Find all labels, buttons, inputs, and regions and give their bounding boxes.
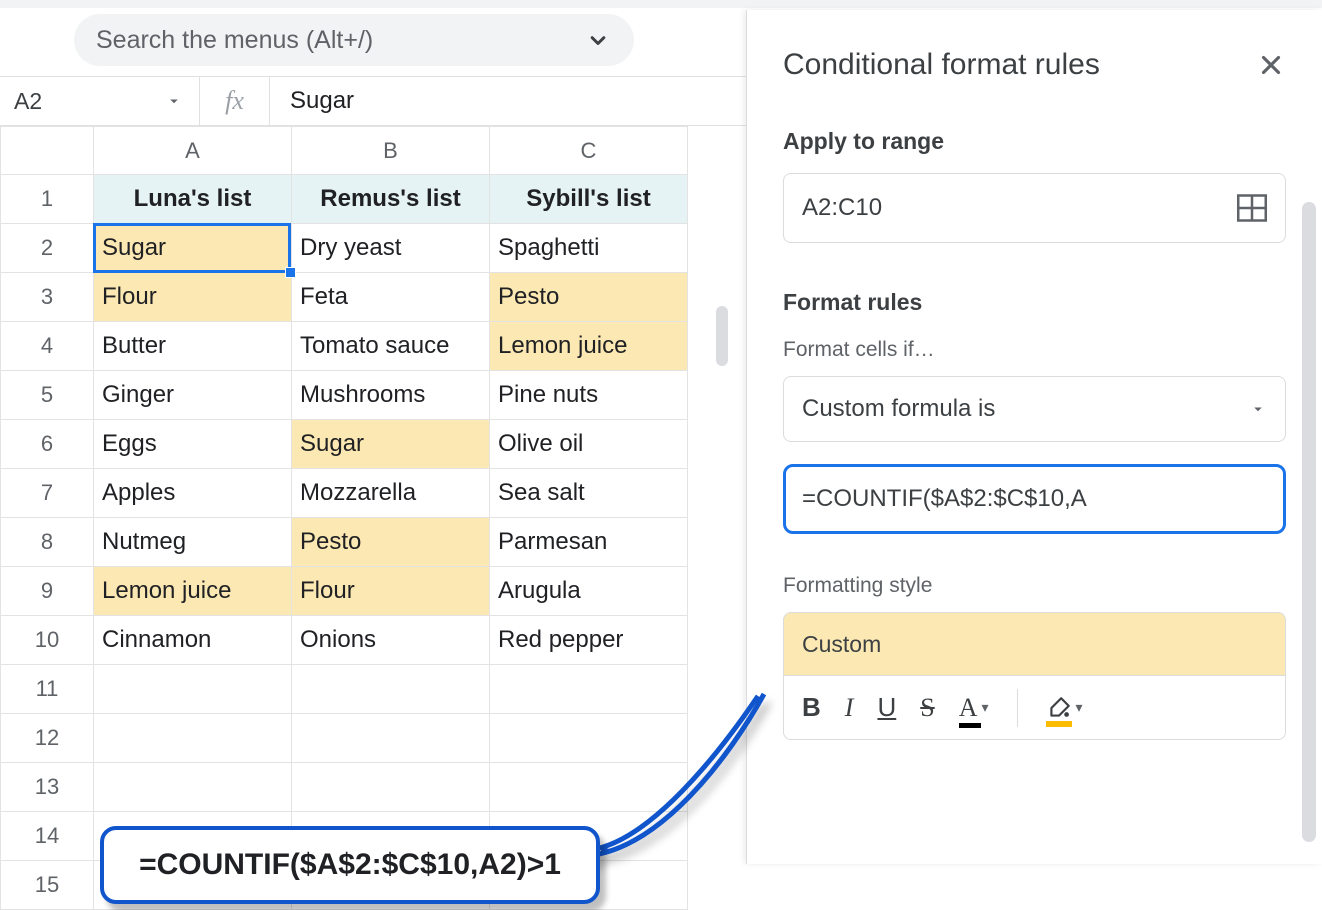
- chevron-down-icon[interactable]: [564, 26, 612, 54]
- italic-button[interactable]: I: [845, 693, 854, 723]
- row-header[interactable]: 6: [1, 420, 94, 469]
- column-header[interactable]: C: [490, 127, 688, 175]
- spreadsheet-grid[interactable]: A B C 1Luna's listRemus's listSybill's l…: [0, 126, 728, 910]
- callout-text: =COUNTIF($A$2:$C$10,A2)>1: [139, 848, 561, 881]
- select-range-icon[interactable]: [1237, 194, 1267, 222]
- cell[interactable]: [292, 763, 490, 812]
- cell[interactable]: Onions: [292, 616, 490, 665]
- panel-title: Conditional format rules: [783, 48, 1100, 82]
- formatting-toolbar: B I U S A ▾ ▾: [783, 676, 1286, 740]
- cell[interactable]: Pine nuts: [490, 371, 688, 420]
- row-header[interactable]: 3: [1, 273, 94, 322]
- cell[interactable]: [94, 763, 292, 812]
- cell[interactable]: Dry yeast: [292, 224, 490, 273]
- cell[interactable]: Sea salt: [490, 469, 688, 518]
- cell[interactable]: Sybill's list: [490, 175, 688, 224]
- chevron-down-icon[interactable]: ▾: [1076, 699, 1083, 716]
- row-header[interactable]: 15: [1, 861, 94, 910]
- apply-to-range-label: Apply to range: [783, 128, 1286, 155]
- cell[interactable]: [94, 714, 292, 763]
- text-color-label: A: [959, 693, 978, 722]
- cell[interactable]: Feta: [292, 273, 490, 322]
- cell[interactable]: Parmesan: [490, 518, 688, 567]
- row-header[interactable]: 8: [1, 518, 94, 567]
- underline-button[interactable]: U: [877, 692, 896, 723]
- cell[interactable]: Remus's list: [292, 175, 490, 224]
- menu-search-placeholder: Search the menus (Alt+/): [96, 26, 373, 55]
- row-header[interactable]: 12: [1, 714, 94, 763]
- chevron-down-icon[interactable]: [1249, 400, 1267, 418]
- row-header[interactable]: 9: [1, 567, 94, 616]
- row-header[interactable]: 4: [1, 322, 94, 371]
- cell[interactable]: Ginger: [94, 371, 292, 420]
- cell[interactable]: [292, 714, 490, 763]
- callout-pointer: [580, 692, 770, 862]
- column-header[interactable]: B: [292, 127, 490, 175]
- formula-callout: =COUNTIF($A$2:$C$10,A2)>1: [100, 826, 600, 904]
- cell[interactable]: Red pepper: [490, 616, 688, 665]
- row-header[interactable]: 2: [1, 224, 94, 273]
- cell[interactable]: Pesto: [490, 273, 688, 322]
- cell[interactable]: Luna's list: [94, 175, 292, 224]
- condition-select[interactable]: Custom formula is: [783, 376, 1286, 442]
- cell[interactable]: Sugar: [94, 224, 292, 273]
- cell[interactable]: Lemon juice: [490, 322, 688, 371]
- cell[interactable]: Nutmeg: [94, 518, 292, 567]
- cell[interactable]: Sugar: [292, 420, 490, 469]
- formatting-style-label: Formatting style: [783, 574, 1286, 598]
- format-rules-label: Format rules: [783, 289, 1286, 316]
- row-header[interactable]: 1: [1, 175, 94, 224]
- cell[interactable]: Flour: [292, 567, 490, 616]
- cell[interactable]: Lemon juice: [94, 567, 292, 616]
- row-header[interactable]: 5: [1, 371, 94, 420]
- cell[interactable]: Butter: [94, 322, 292, 371]
- row-header[interactable]: 7: [1, 469, 94, 518]
- select-all-corner[interactable]: [1, 127, 94, 175]
- style-preview[interactable]: Custom: [783, 612, 1286, 676]
- fx-icon: fx: [200, 77, 270, 125]
- cell[interactable]: Eggs: [94, 420, 292, 469]
- row-header[interactable]: 13: [1, 763, 94, 812]
- row-header[interactable]: 10: [1, 616, 94, 665]
- cell[interactable]: Arugula: [490, 567, 688, 616]
- column-header[interactable]: A: [94, 127, 292, 175]
- cell[interactable]: [292, 665, 490, 714]
- chevron-down-icon[interactable]: [165, 92, 183, 110]
- cell[interactable]: Spaghetti: [490, 224, 688, 273]
- selection-fill-handle[interactable]: [285, 267, 296, 278]
- cell[interactable]: Cinnamon: [94, 616, 292, 665]
- scrollbar-vertical[interactable]: [716, 306, 728, 366]
- cell[interactable]: Tomato sauce: [292, 322, 490, 371]
- cell[interactable]: Flour: [94, 273, 292, 322]
- row-header[interactable]: 14: [1, 812, 94, 861]
- custom-formula-input[interactable]: =COUNTIF($A$2:$C$10,A: [783, 464, 1286, 534]
- cell[interactable]: Olive oil: [490, 420, 688, 469]
- strikethrough-button[interactable]: S: [920, 693, 934, 723]
- name-box-value: A2: [14, 88, 42, 115]
- row-header[interactable]: 11: [1, 665, 94, 714]
- chevron-down-icon[interactable]: ▾: [981, 699, 988, 716]
- name-box[interactable]: A2: [0, 77, 200, 125]
- cell[interactable]: Mushrooms: [292, 371, 490, 420]
- cell[interactable]: [94, 665, 292, 714]
- bold-button[interactable]: B: [802, 692, 821, 723]
- custom-formula-value: =COUNTIF($A$2:$C$10,A: [802, 485, 1087, 513]
- close-icon[interactable]: [1256, 50, 1286, 80]
- menu-search[interactable]: Search the menus (Alt+/): [74, 14, 634, 66]
- apply-range-input[interactable]: A2:C10: [783, 173, 1286, 243]
- conditional-format-panel: Conditional format rules Apply to range …: [746, 10, 1322, 864]
- style-preview-label: Custom: [802, 631, 881, 658]
- condition-value: Custom formula is: [802, 395, 995, 423]
- text-color-button[interactable]: A ▾: [959, 693, 989, 723]
- cell[interactable]: Pesto: [292, 518, 490, 567]
- scrollbar-vertical[interactable]: [1302, 202, 1316, 842]
- format-cells-if-label: Format cells if…: [783, 338, 1286, 362]
- cell[interactable]: Mozzarella: [292, 469, 490, 518]
- cell[interactable]: Apples: [94, 469, 292, 518]
- fill-color-button[interactable]: ▾: [1046, 695, 1083, 721]
- apply-range-value: A2:C10: [802, 194, 882, 222]
